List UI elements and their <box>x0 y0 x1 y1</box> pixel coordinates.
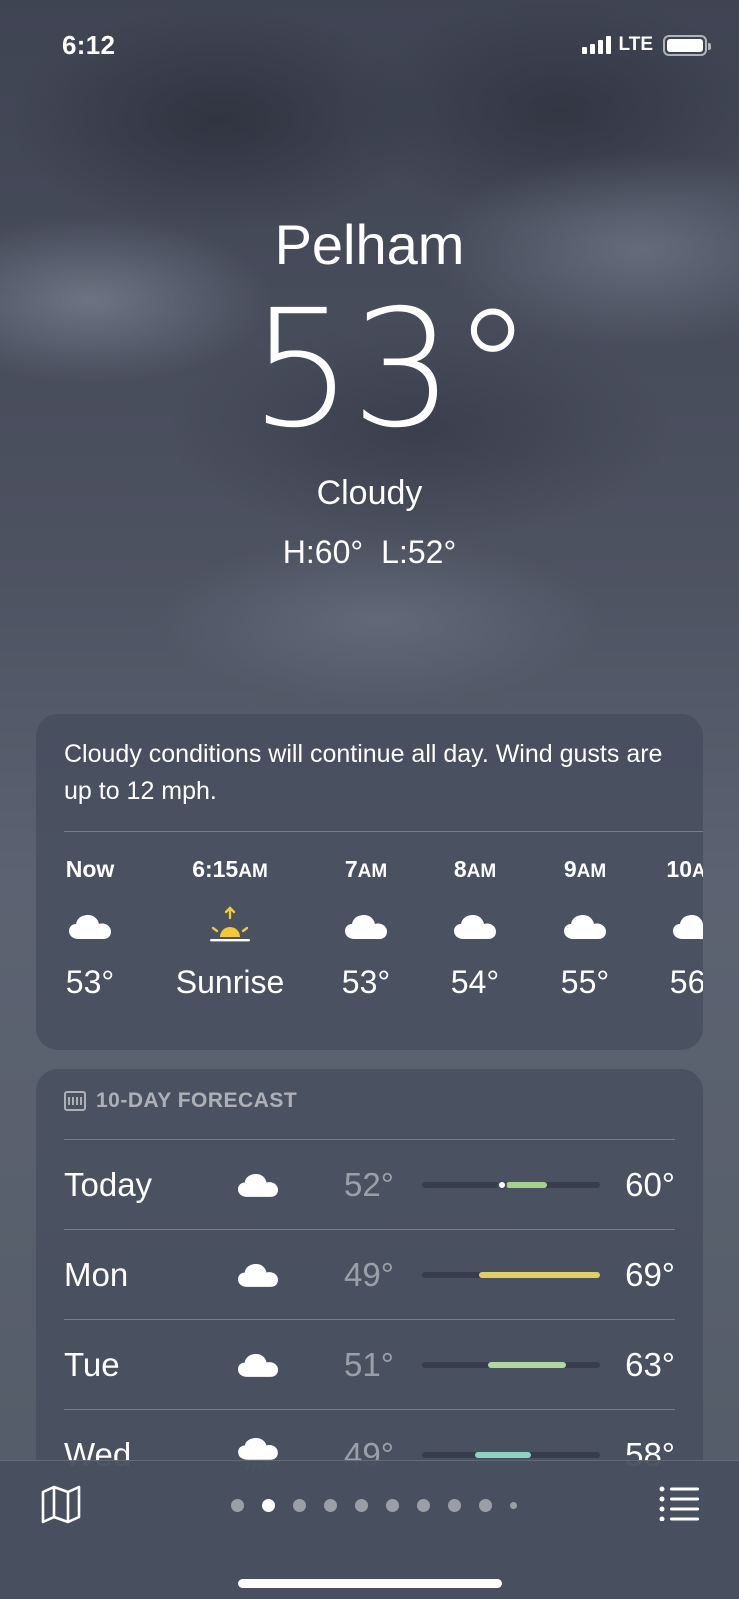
hour-ampm: AM <box>357 861 388 882</box>
hour-label: 6:15AM <box>165 854 295 884</box>
current-weather: Pelham 53° Cloudy H:60° L:52° <box>0 205 739 575</box>
forecast-header: 10-DAY FORECAST <box>64 1089 297 1113</box>
battery-icon <box>663 34 711 56</box>
forecast-day-row[interactable]: Today 52° 60° <box>64 1140 675 1230</box>
forecast-summary: Cloudy conditions will continue all day.… <box>64 740 663 805</box>
hour-time: 10 <box>666 856 693 882</box>
hour-time: Now <box>65 856 115 882</box>
temperature-range-fill <box>505 1182 547 1188</box>
cloud-icon <box>36 894 155 958</box>
cloud-icon <box>629 894 703 958</box>
hourly-list[interactable]: Now 53° 6:15AM Sunrise 7AM 53° 8AM 54° 9AM 55° 10A… <box>36 854 703 1034</box>
hour-ampm: AM <box>692 861 703 882</box>
forecast-day-row[interactable]: Tue 51° 63° <box>64 1320 675 1410</box>
status-time: 6:12 <box>62 30 116 60</box>
temperature-range-fill <box>487 1362 567 1368</box>
hour-temperature: 53° <box>65 964 115 1000</box>
hour-label: 10AM <box>629 854 703 884</box>
temperature-range-fill <box>478 1272 600 1278</box>
day-low-temperature: 49° <box>344 1256 394 1293</box>
current-temperature-marker <box>497 1180 508 1190</box>
temperature-range-fill <box>475 1452 531 1458</box>
page-dot[interactable] <box>385 1499 399 1512</box>
cloud-icon <box>228 1140 288 1230</box>
hour-time: 8 <box>453 856 467 882</box>
page-dot[interactable] <box>230 1499 244 1512</box>
high-low: H:60° L:52° <box>0 529 739 575</box>
calendar-icon <box>64 1091 86 1111</box>
day-high-temperature: 63° <box>625 1346 675 1383</box>
page-dot[interactable] <box>478 1499 492 1512</box>
divider <box>64 831 703 832</box>
day-name: Today <box>64 1166 153 1203</box>
hour-ampm: AM <box>238 861 268 882</box>
city-name: Pelham <box>274 213 465 276</box>
hour-ampm: AM <box>466 861 497 882</box>
day-name: Tue <box>64 1346 120 1383</box>
temperature-range-bar <box>422 1362 600 1368</box>
network-type: LTE <box>618 34 653 55</box>
location-list-button[interactable] <box>659 1485 699 1522</box>
cloud-icon <box>228 1320 288 1410</box>
status-bar: 6:12 LTE <box>0 0 739 90</box>
temperature-range-bar <box>422 1180 600 1190</box>
page-dot[interactable] <box>292 1499 306 1512</box>
hour-temperature: Sunrise <box>175 964 285 1000</box>
home-indicator[interactable] <box>238 1579 502 1588</box>
hour-ampm: AM <box>576 861 607 882</box>
temperature-range-bar <box>422 1452 600 1458</box>
hour-time: 6:15 <box>192 856 239 882</box>
page-dot[interactable] <box>447 1499 461 1512</box>
low-temperature: L:52° <box>381 534 457 570</box>
hour-time: 9 <box>563 856 577 882</box>
current-temperature: 53° <box>249 276 533 464</box>
list-icon <box>659 1486 699 1522</box>
page-dot[interactable] <box>509 1502 517 1509</box>
forecast-day-row[interactable]: Mon 49° 69° <box>64 1230 675 1320</box>
page-dot[interactable] <box>261 1499 275 1512</box>
page-dot[interactable] <box>323 1499 337 1512</box>
page-indicator[interactable] <box>0 1499 739 1512</box>
cloud-icon <box>228 1230 288 1320</box>
hourly-forecast-card[interactable]: Cloudy conditions will continue all day.… <box>36 714 703 1050</box>
hourly-item: 10AM 56° <box>629 854 703 1004</box>
signal-icon <box>581 36 611 54</box>
forecast-header-label: 10-DAY FORECAST <box>96 1089 298 1112</box>
sunrise-icon <box>165 894 295 958</box>
page-dot[interactable] <box>416 1499 430 1512</box>
day-low-temperature: 51° <box>344 1346 394 1383</box>
high-temperature: H:60° <box>282 534 364 570</box>
hour-time: 7 <box>344 856 358 882</box>
page-dot[interactable] <box>354 1499 368 1512</box>
bottom-toolbar <box>0 1460 739 1599</box>
hourly-item: Now 53° <box>36 854 155 1004</box>
day-low-temperature: 52° <box>344 1166 394 1203</box>
hourly-item: 6:15AM Sunrise <box>165 854 295 1004</box>
day-name: Mon <box>64 1256 129 1293</box>
day-high-temperature: 60° <box>625 1166 675 1203</box>
temperature-range-bar <box>422 1272 600 1278</box>
day-high-temperature: 69° <box>625 1256 675 1293</box>
hour-label: Now <box>36 854 155 884</box>
current-condition: Cloudy <box>316 474 423 512</box>
status-indicators: LTE <box>581 34 711 56</box>
hour-temperature: 56° <box>669 964 703 1000</box>
